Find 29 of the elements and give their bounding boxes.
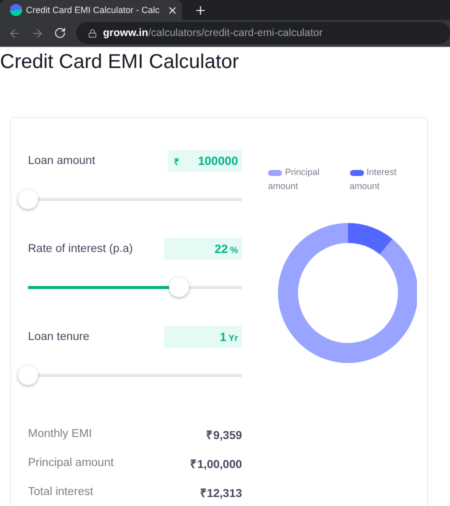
- input-label: Loan amount: [28, 155, 96, 167]
- result-value: ₹12,313: [200, 486, 242, 500]
- slider-thumb[interactable]: [18, 364, 38, 384]
- back-icon[interactable]: [8, 26, 21, 40]
- result-value: ₹1,00,000: [190, 458, 242, 470]
- browser-tab[interactable]: Credit Card EMI Calculator - Calc: [0, 0, 182, 20]
- plus-icon[interactable]: [194, 4, 207, 17]
- slider-thumb[interactable]: [18, 188, 38, 208]
- close-icon[interactable]: [167, 4, 178, 16]
- input-field[interactable]: 22 %: [164, 238, 242, 260]
- lock-icon: [88, 28, 97, 38]
- result-value: ₹9,359: [206, 428, 242, 442]
- forward-icon[interactable]: [31, 26, 44, 40]
- input-field[interactable]: ₹ 100000: [168, 150, 242, 172]
- legend-item: Interest amount: [350, 166, 398, 193]
- result-label: Total interest: [28, 486, 94, 498]
- input-field[interactable]: 1 Yr: [164, 326, 242, 348]
- input-label: Rate of interest (p.a): [28, 243, 133, 255]
- reload-icon[interactable]: [54, 27, 66, 39]
- input-label: Loan tenure: [28, 331, 90, 343]
- result-label: Monthly EMI: [28, 428, 92, 440]
- address-bar[interactable]: groww.in/calculators/credit-card-emi-calculator: [76, 22, 450, 44]
- url-text: groww.in/calculators/credit-card-emi-calculator: [103, 27, 323, 39]
- result-label: Principal amount: [28, 457, 114, 469]
- slider-thumb[interactable]: [168, 276, 189, 296]
- page-title: Credit Card EMI Calculator: [0, 51, 240, 75]
- legend-item: Principal amount: [268, 166, 321, 193]
- tab-title: Credit Card EMI Calculator - Calc: [26, 5, 161, 15]
- site-icon: [10, 4, 22, 16]
